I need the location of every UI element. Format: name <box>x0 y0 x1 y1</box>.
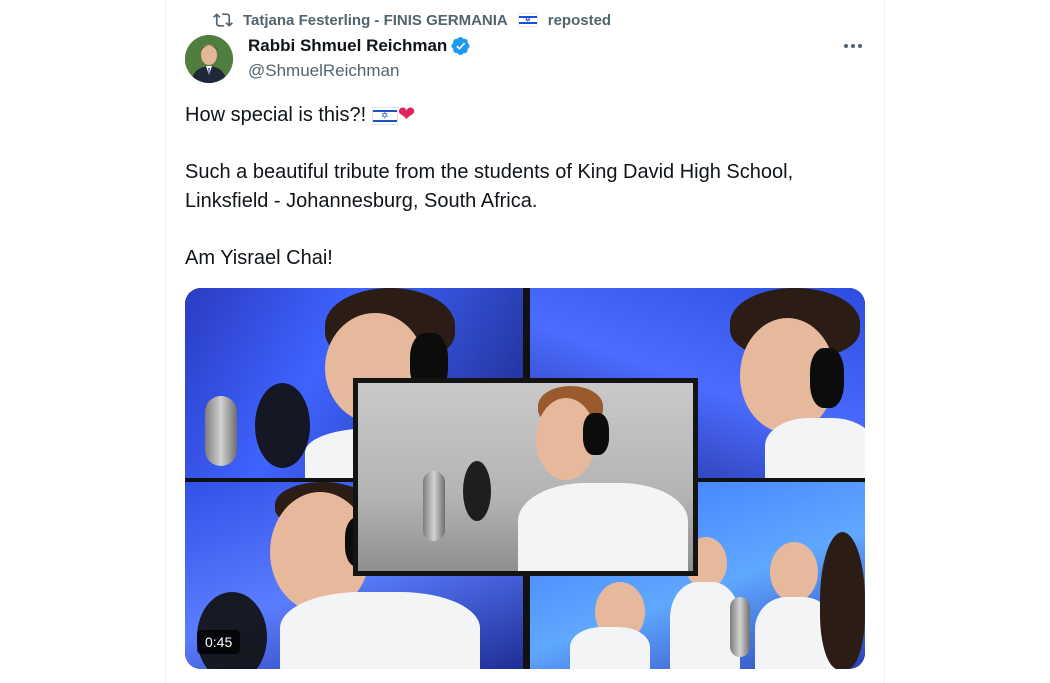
more-dot-icon <box>844 44 848 48</box>
more-options-button[interactable] <box>840 34 866 58</box>
singer-shirt <box>518 483 688 571</box>
headphone-icon <box>810 348 844 408</box>
author-display-name[interactable]: Rabbi Shmuel Reichman <box>248 36 447 56</box>
author-name-row[interactable]: Rabbi Shmuel Reichman <box>248 36 471 56</box>
avatar[interactable] <box>185 35 233 83</box>
repost-icon <box>213 13 233 27</box>
microphone-icon <box>205 396 237 466</box>
singer-face <box>770 542 818 602</box>
verified-badge-icon <box>451 37 470 55</box>
microphone-icon <box>423 471 445 541</box>
singer-shirt <box>765 418 865 478</box>
avatar-portrait <box>185 35 233 83</box>
tweet-text: How special is this?! ✡ ❤ Such a beautifu… <box>185 100 865 273</box>
reposted-label: reposted <box>547 11 612 29</box>
tweet-line-3: Linksfield - Johannesburg, South Africa. <box>185 190 538 212</box>
timeline-left-border <box>165 0 166 683</box>
israel-flag-icon: ✡ <box>517 13 538 27</box>
video-tile-center <box>353 378 698 576</box>
timeline-right-border <box>884 0 885 683</box>
singer-shirt <box>570 627 650 669</box>
repost-context[interactable]: Tatjana Festerling - FINIS GERMANIA ✡ re… <box>213 10 611 30</box>
author-handle[interactable]: @ShmuelReichman <box>248 61 399 81</box>
pop-filter <box>255 383 310 468</box>
tweet-line-2: Such a beautiful tribute from the studen… <box>185 161 794 183</box>
singer-hair <box>820 532 865 669</box>
tweet-line-4: Am Yisrael Chai! <box>185 247 333 269</box>
tweet-line-1: How special is this?! ✡ ❤ <box>185 100 865 130</box>
tweet-line-1-text: How special is this?! <box>185 104 367 126</box>
video-duration-badge: 0:45 <box>197 630 241 654</box>
pop-filter <box>463 461 491 521</box>
more-dot-icon <box>851 44 855 48</box>
singer-shirt <box>280 592 480 669</box>
video-player[interactable] <box>185 288 865 669</box>
more-dot-icon <box>858 44 862 48</box>
headphone-icon <box>583 413 609 455</box>
red-heart-icon: ❤ <box>397 103 416 126</box>
microphone-icon <box>730 597 750 657</box>
reposter-name[interactable]: Tatjana Festerling - FINIS GERMANIA <box>243 12 508 29</box>
israel-flag-icon: ✡ <box>371 106 398 125</box>
